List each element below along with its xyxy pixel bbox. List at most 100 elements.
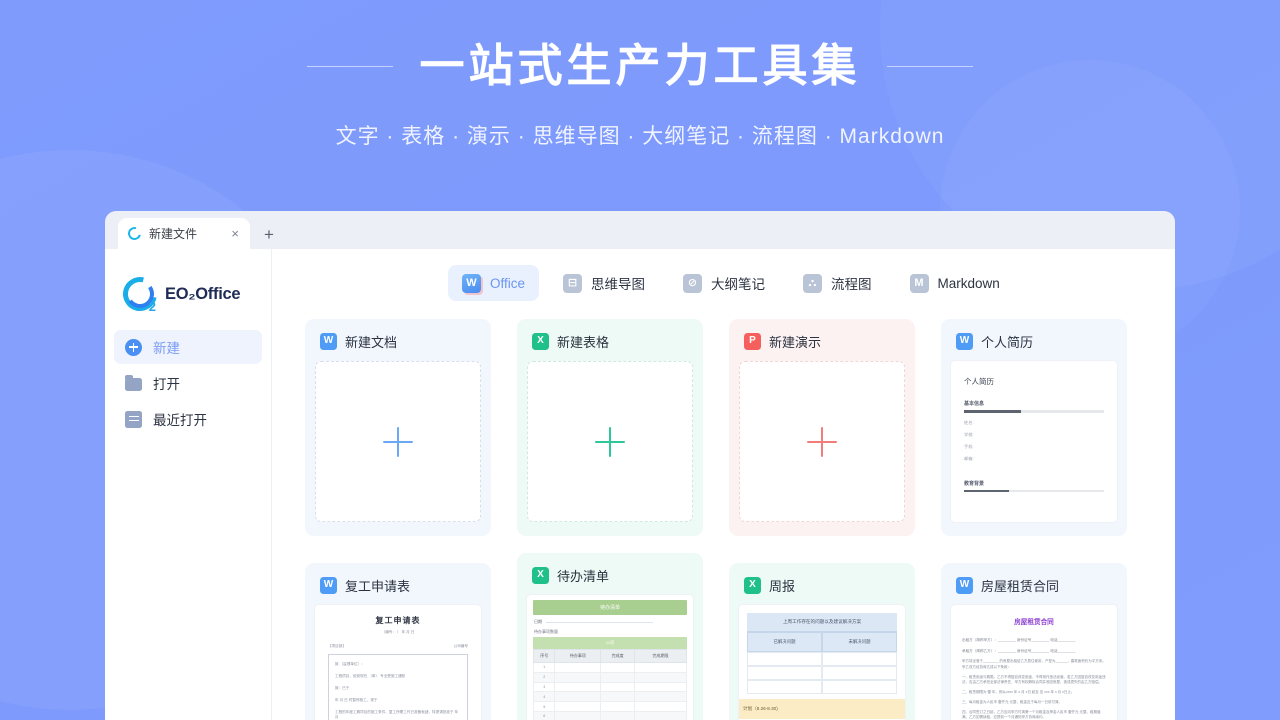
card-new-spreadsheet[interactable]: X 新建表格 [517,319,703,536]
preview-line: 出租方（简称甲方）：_________ 身份证号_________ 电话____… [962,638,1076,642]
table-row [747,680,897,694]
hero-subtitle: 文字 · 表格 · 演示 · 思维导图 · 大纲笔记 · 流程图 · Markd… [335,125,945,149]
card-header: P 新建演示 [739,330,905,352]
preview-line: 工程项目，依到现在 （单） 专业受施工通知 [335,674,406,678]
row-number: 3 [532,681,556,693]
card-header: W 复工申请表 [315,574,481,596]
table-row [747,666,897,680]
card-title: 周报 [769,578,796,594]
plus-circle-icon [125,338,142,356]
mindmap-icon: ⊟ [563,273,583,293]
table-row: 4 [532,691,688,703]
app-window: 新建文件 × + 2 EO₂Office 新建 打开 最近打开 W Office… [105,211,1175,720]
tab-markdown[interactable]: M Markdown [896,265,1014,301]
card-template-todo-list[interactable]: X 待办清单 待办清单 日期 待办事项数量 11项 序号 待办事项 完成度 完成… [517,553,703,720]
powerpoint-icon: P [744,332,761,350]
preview-column-row: 已解决问题 未解决问题 [747,632,897,652]
sidebar-item-recent[interactable]: 最近打开 [114,402,262,436]
sidebar-item-open[interactable]: 打开 [114,366,262,400]
sidebar-item-new[interactable]: 新建 [114,330,262,364]
plus-icon [383,426,413,457]
preview-title: 复工申请表 [375,616,421,625]
preview-subtitle: （编号： ） 年 月 日 [381,630,415,634]
card-template-resume[interactable]: W 个人简历 个人简历 基本信息 姓名: 学校: 手机: 邮箱: 教育背景 [941,319,1127,536]
tab-office[interactable]: W Office [448,265,540,301]
tab-flowchart[interactable]: ⛬ 流程图 [789,265,886,301]
word-icon: W [956,332,973,350]
page-title: 一站式生产力工具集 [419,40,861,91]
card-new-presentation[interactable]: P 新建演示 [729,319,915,536]
card-header: X 待办清单 [527,564,693,586]
card-template-weekly-report[interactable]: X 周报 上周工作存在的问题以及建议解决方案 已解决问题 未解决问题 计划（8.… [729,563,915,720]
tab-outline-note[interactable]: ⊘ 大纲笔记 [669,265,779,301]
brand-name: EO₂Office [165,284,241,303]
preview-line: 承租方（简称乙方）：_________ 身份证号_________ 电话____… [962,648,1076,653]
preview-line: 工程的年度工期项目的施工条件、复工所需工作已准备就绪，特提请批准于 年 月 [335,710,459,719]
preview-paragraph: 三、每月租金为人民币 壹仟元 元整，租金应于每月一日前付清。 [962,699,1062,704]
preview-paragraph: 二、租赁期限为 壹 年，即从xxxx 年 x 月 x日 起至 至 xxx 年 x… [962,690,1075,695]
hero-section: 一站式生产力工具集 文字 · 表格 · 演示 · 思维导图 · 大纲笔记 · 流… [0,0,1280,150]
preview-rule [964,489,1104,493]
card-header: X 周报 [739,574,905,596]
preview-meta-left: 【项目部】 [328,644,346,648]
plus-icon [595,426,625,457]
preview-field: 姓名: [964,419,974,425]
preview-section: 教育背景 [964,480,985,487]
preview-field: 学校: [964,431,974,437]
template-grid: W 新建文档 X 新建表格 P 新建演示 W 个人简历 个人简历 基本信息 姓名… [272,317,1175,720]
create-dropzone[interactable] [315,361,481,522]
outline-note-icon: ⊘ [683,273,703,293]
create-dropzone[interactable] [739,361,905,522]
close-icon[interactable]: × [230,227,240,240]
table-header-row: 序号 待办事项 完成度 完成期限 [532,649,688,663]
tab-mindmap[interactable]: ⊟ 思维导图 [549,265,659,301]
row-number: 2 [532,671,556,683]
eo2-logo-icon [125,224,144,243]
preview-field: 邮箱: [964,455,974,461]
new-tab-button[interactable]: + [264,226,274,243]
card-template-lease-contract[interactable]: W 房屋租赁合同 房屋租赁合同 出租方（简称甲方）：_________ 身份证号… [941,563,1127,720]
browser-tab[interactable]: 新建文件 × [118,218,250,249]
column-header: 待办事项 [554,649,602,663]
browser-tab-bar: 新建文件 × + [105,211,1175,249]
row-number: 6 [532,710,556,720]
table-row: 1 [532,662,688,673]
app-body: 2 EO₂Office 新建 打开 最近打开 W Office ⊟ 思维导图 ⊘… [105,249,1175,720]
word-icon: W [956,576,973,594]
main-content: W Office ⊟ 思维导图 ⊘ 大纲笔记 ⛬ 流程图 M Markdown … [272,249,1175,720]
plus-icon [807,426,837,457]
tab-label: 流程图 [831,277,872,292]
template-preview: 上周工作存在的问题以及建议解决方案 已解决问题 未解决问题 计划（8.26-8.… [739,605,905,720]
column-header: 序号 [532,649,556,663]
folder-icon [125,374,142,391]
eo2-brand-icon: 2 [116,270,164,318]
preview-date-row: 日期 [527,619,693,625]
preview-count: 11项 [533,637,687,649]
preview-section: 基本信息 [964,401,985,407]
card-header: W 个人简历 [951,330,1117,352]
card-header: W 新建文档 [315,330,481,352]
preview-header: 上周工作存在的问题以及建议解决方案 [747,613,897,632]
create-dropzone[interactable] [527,361,693,522]
column-header: 完成期限 [633,649,688,663]
preview-banner: 待办清单 [533,600,687,615]
card-new-document[interactable]: W 新建文档 [305,319,491,536]
column-header: 已解决问题 [747,632,822,652]
excel-icon: X [532,332,549,350]
card-title: 新建文档 [345,334,398,350]
hero-rule-left [307,65,394,67]
category-tabs: W Office ⊟ 思维导图 ⊘ 大纲笔记 ⛬ 流程图 M Markdown [272,249,1175,317]
preview-line: 年 月 日 时暂停施工，现于 [335,698,378,702]
table-row: 6 [532,710,688,720]
table-row: 5 [532,701,688,712]
brand-logo: 2 EO₂Office [105,266,271,322]
row-number: 4 [532,691,556,703]
preview-form-box: 致 （监理单位）： 工程项目，依到现在 （单） 专业受施工通知 致：已于 年 月… [328,654,468,720]
card-header: X 新建表格 [527,330,693,352]
brand-mark-sub: 2 [148,299,156,314]
tab-label: Markdown [937,275,1000,291]
flowchart-icon: ⛬ [803,273,823,293]
sidebar-item-label: 新建 [153,341,180,356]
card-template-return-to-work-form[interactable]: W 复工申请表 复工申请表 （编号： ） 年 月 日 【项目部】 公司编号 致 … [305,563,491,720]
preview-paragraph: 一、租赁用途与期限。乙方不得擅自改变用途，不得用作违法经营。若乙方因擅自改变用途… [962,674,1106,685]
